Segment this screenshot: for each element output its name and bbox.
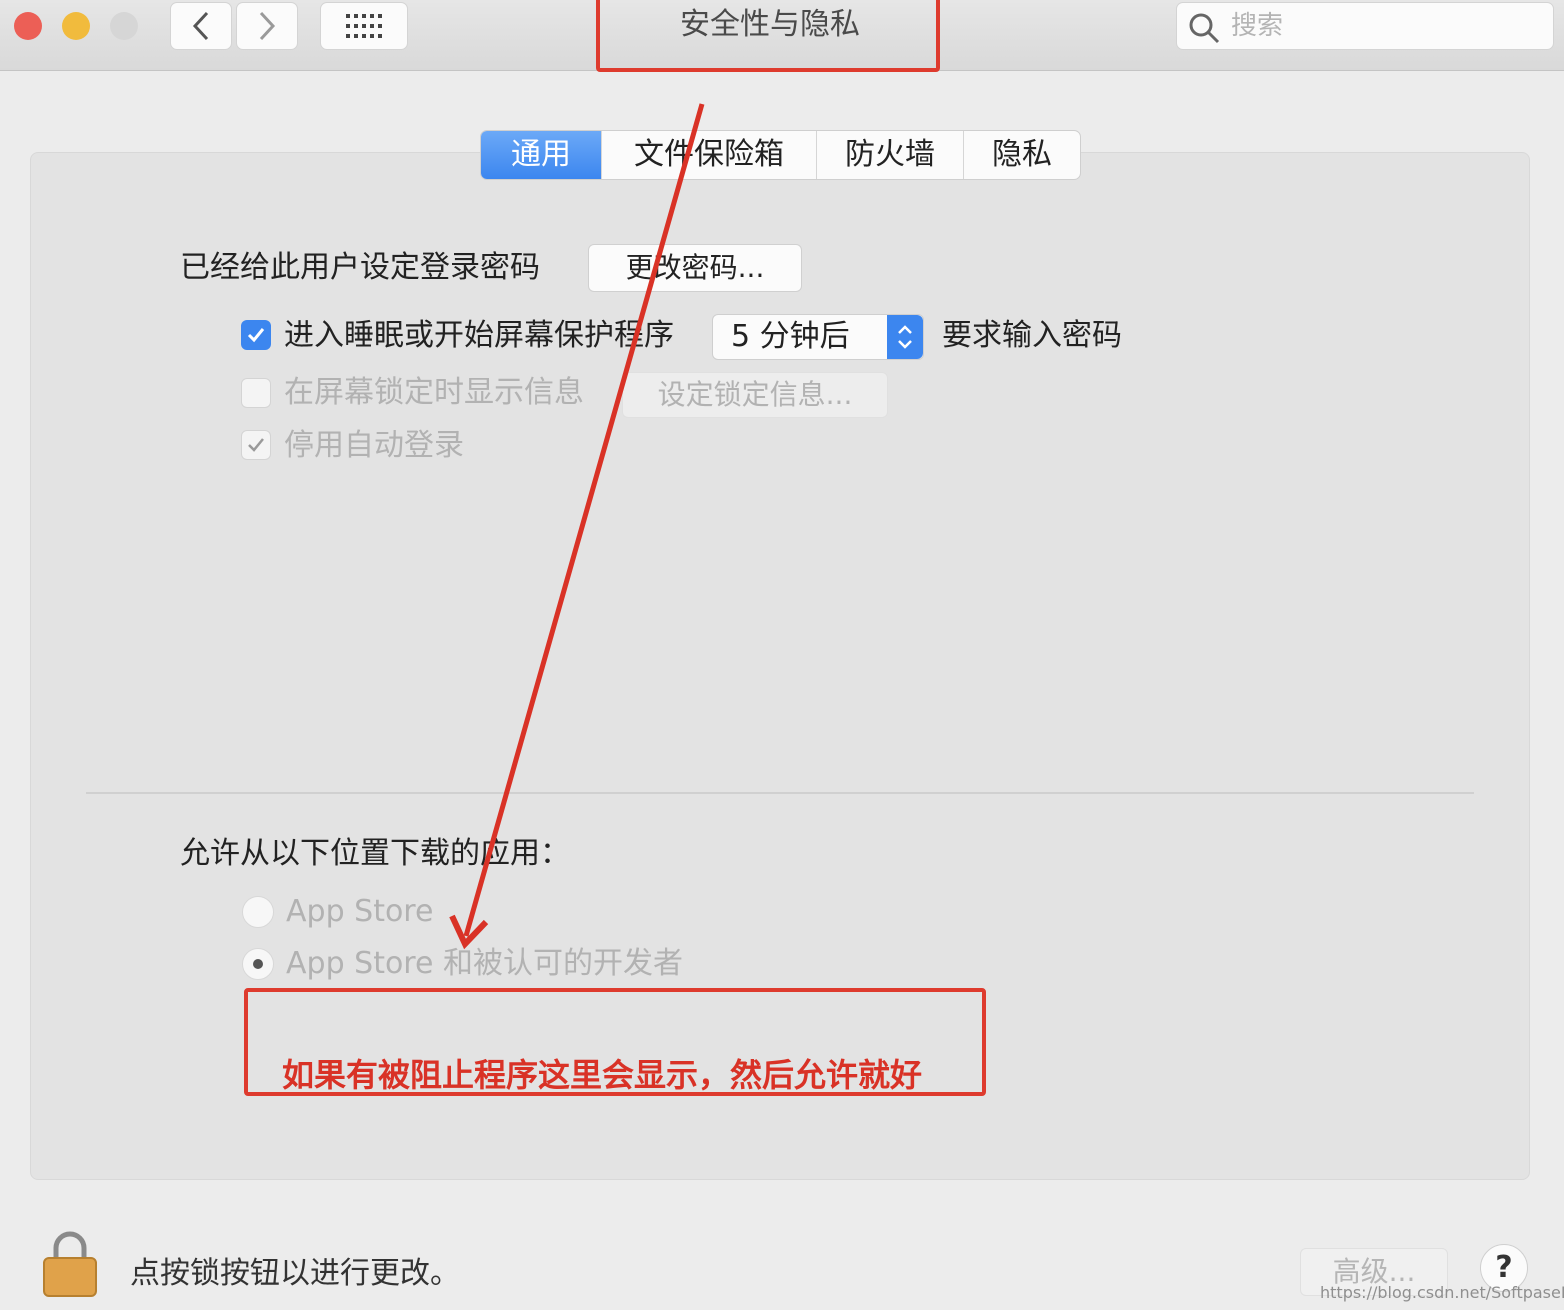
lock-instruction-text: 点按锁按钮以进行更改。 [130,1256,460,1291]
annotation-arrow [449,103,705,950]
lock-icon[interactable] [40,1230,100,1298]
watermark-text: https://blog.csdn.net/SoftpaseFar [1320,1283,1564,1302]
